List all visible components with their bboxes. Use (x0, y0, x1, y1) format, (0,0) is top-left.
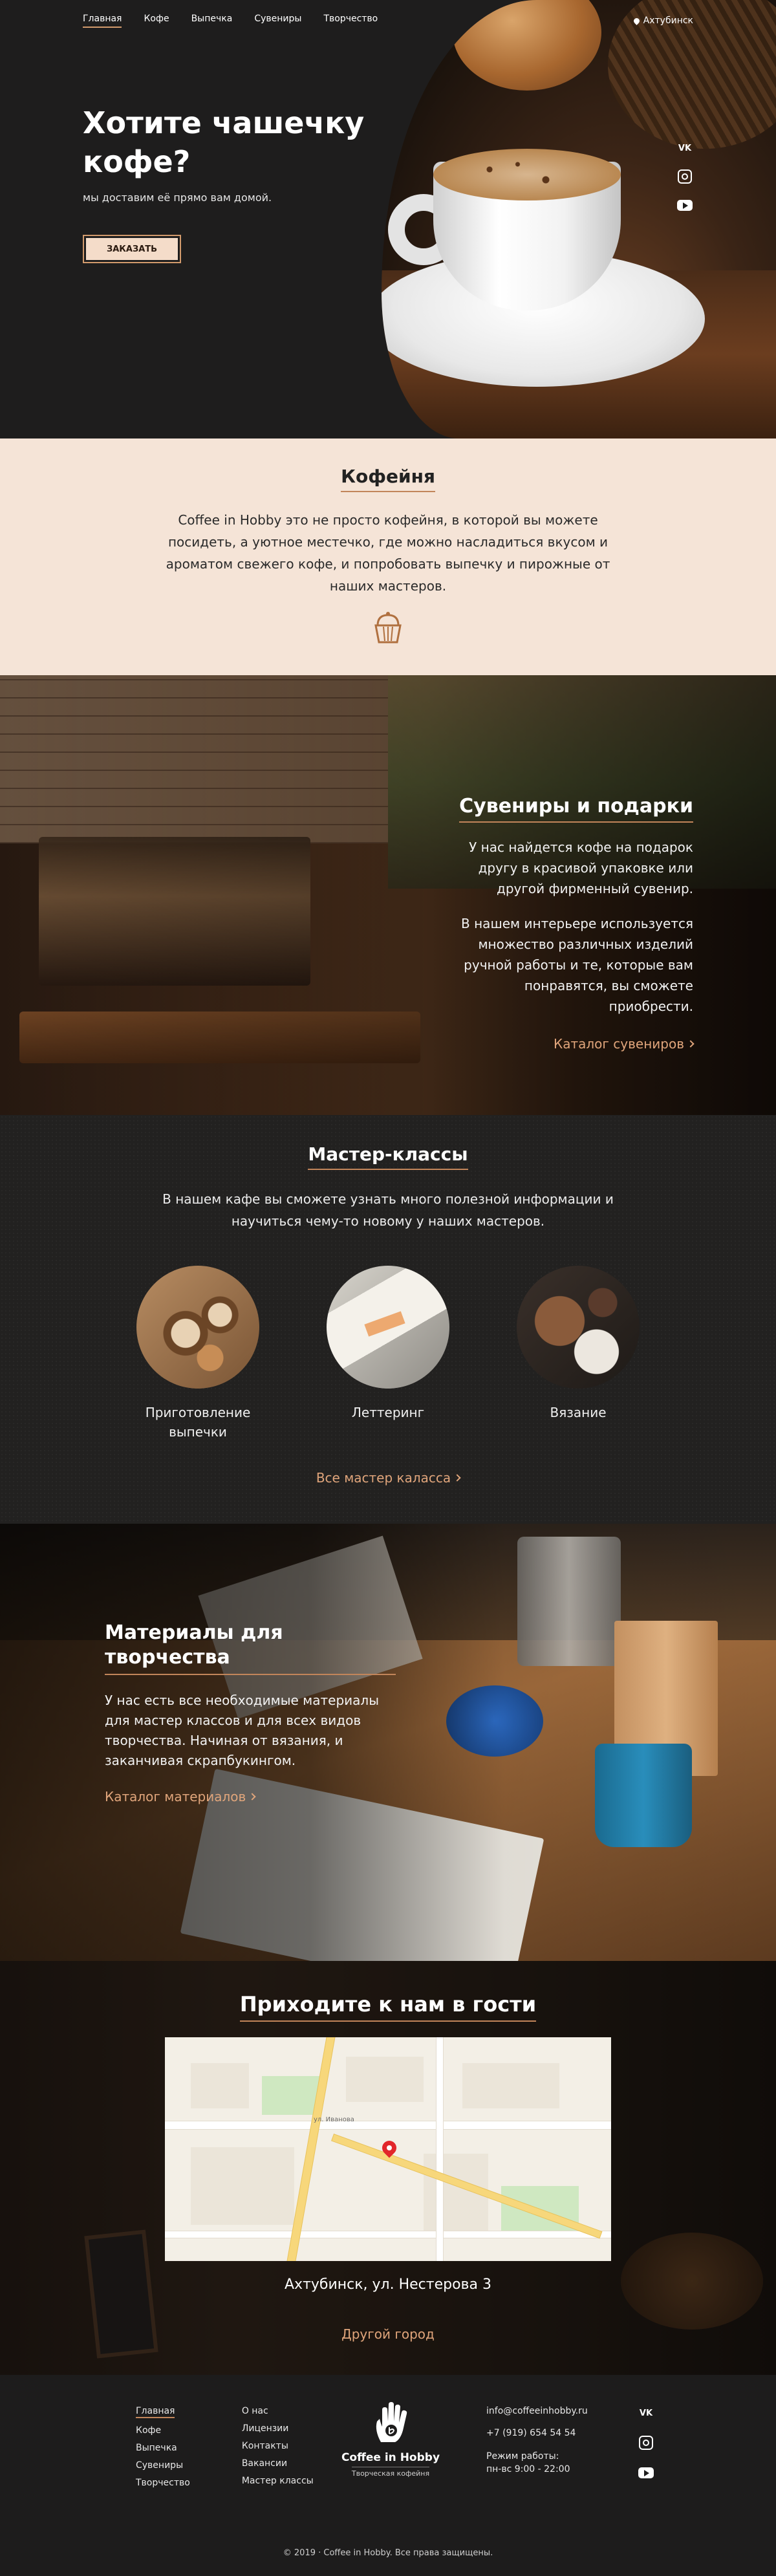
about-section: Кофейня Coffee in Hobby это не просто ко… (0, 438, 776, 675)
youtube-icon[interactable] (638, 2465, 654, 2480)
instagram-icon[interactable] (676, 169, 693, 184)
materials-title: Материалы для творчества (105, 1621, 396, 1675)
other-city-link[interactable]: Другой город (341, 2326, 435, 2342)
hero-social-links: VK (676, 141, 693, 212)
visit-address: Ахтубинск, ул. Нестерова 3 (285, 2277, 491, 2293)
class-photo-baking (136, 1266, 259, 1389)
class-label: Леттеринг (351, 1405, 425, 1420)
class-label: Вязание (550, 1405, 607, 1420)
cupcake-icon (372, 611, 404, 645)
hero-section: Главная Кофе Выпечка Сувениры Творчество… (0, 0, 776, 438)
footer-hours-label: Режим работы: (486, 2451, 559, 2462)
nav-creativity[interactable]: Творчество (323, 14, 378, 28)
footer-logo-tagline: Творческая кофейня (351, 2467, 430, 2478)
class-card-lettering[interactable]: Леттеринг (327, 1266, 449, 1442)
footer-link-bakery[interactable]: Выпечка (136, 2443, 190, 2453)
all-master-classes-link[interactable]: Все мастер каласса (316, 1470, 461, 1486)
hero-subtitle: мы доставим её прямо вам домой. (83, 191, 272, 204)
footer-link-souvenirs[interactable]: Сувениры (136, 2460, 190, 2471)
footer: Главная Кофе Выпечка Сувениры Творчество… (0, 2375, 776, 2576)
top-nav: Главная Кофе Выпечка Сувениры Творчество… (0, 0, 776, 41)
location-pin-icon (632, 16, 641, 25)
footer-phone[interactable]: +7 (919) 654 54 54 (486, 2428, 588, 2438)
footer-link-master-classes[interactable]: Мастер классы (242, 2476, 314, 2486)
nav-bakery[interactable]: Выпечка (191, 14, 233, 28)
city-selector[interactable]: Ахтубинск (632, 16, 693, 26)
about-text: Coffee in Hobby это не просто кофейня, в… (166, 512, 610, 594)
nav-souvenirs[interactable]: Сувениры (254, 14, 301, 28)
nav-home[interactable]: Главная (83, 14, 122, 28)
class-photo-knitting (517, 1266, 640, 1389)
souvenirs-title: Сувениры и подарки (459, 795, 693, 823)
footer-email[interactable]: info@coffeeinhobby.ru (486, 2406, 588, 2416)
souvenirs-catalog-link[interactable]: Каталог сувениров (554, 1036, 695, 1052)
city-name: Ахтубинск (643, 16, 693, 26)
chevron-right-icon (453, 1473, 461, 1482)
hero-title: Хотите чашечку кофе? (83, 105, 365, 179)
materials-catalog-link[interactable]: Каталог материалов (105, 1789, 256, 1804)
class-label: Приготовление выпечки (145, 1405, 251, 1440)
instagram-icon[interactable] (638, 2436, 654, 2450)
vk-icon[interactable]: VK (676, 141, 693, 155)
copyright: © 2019 · Coffee in Hobby. Все права защи… (283, 2548, 493, 2558)
visit-section: Приходите к нам в гости ул. Иванова Ахту… (0, 1961, 776, 2375)
nav-coffee[interactable]: Кофе (144, 14, 169, 28)
youtube-icon[interactable] (676, 198, 693, 212)
master-classes-title: Мастер-классы (308, 1143, 468, 1170)
about-title: Кофейня (341, 466, 435, 492)
footer-logo[interactable]: Coffee in Hobby Творческая кофейня (332, 2402, 449, 2478)
footer-link-creativity[interactable]: Творчество (136, 2478, 190, 2488)
souvenirs-text-1: У нас найдется кофе на подарок другу в к… (469, 839, 693, 896)
order-button[interactable]: ЗАКАЗАТЬ (83, 235, 181, 263)
footer-link-about[interactable]: О нас (242, 2406, 314, 2416)
souvenirs-text-2: В нашем интерьере используется множество… (461, 916, 693, 1014)
hero-coffee-photo (382, 0, 776, 438)
footer-link-contacts[interactable]: Контакты (242, 2441, 314, 2451)
chevron-right-icon (687, 1039, 695, 1048)
map-street-label: ул. Иванова (314, 2116, 354, 2123)
vk-icon[interactable]: VK (638, 2406, 654, 2420)
footer-social-links: VK (638, 2406, 654, 2480)
footer-link-coffee[interactable]: Кофе (136, 2425, 190, 2436)
class-photo-lettering (327, 1266, 449, 1389)
footer-contacts: info@coffeeinhobby.ru +7 (919) 654 54 54… (486, 2406, 588, 2476)
footer-link-home[interactable]: Главная (136, 2406, 175, 2418)
footer-link-vacancies[interactable]: Вакансии (242, 2458, 314, 2469)
master-classes-text: В нашем кафе вы сможете узнать много пол… (162, 1191, 614, 1229)
footer-logo-name: Coffee in Hobby (341, 2451, 440, 2464)
master-classes-section: Мастер-классы В нашем кафе вы сможете уз… (0, 1115, 776, 1524)
souvenirs-section: Сувениры и подарки У нас найдется кофе н… (0, 675, 776, 1115)
footer-hours-value: пн-вс 9:00 - 22:00 (486, 2464, 570, 2474)
chevron-right-icon (248, 1792, 256, 1801)
footer-link-licenses[interactable]: Лицензии (242, 2423, 314, 2434)
class-card-knitting[interactable]: Вязание (517, 1266, 640, 1442)
footer-nav-main: Главная Кофе Выпечка Сувениры Творчество (136, 2406, 190, 2488)
materials-section: Материалы для творчества У нас есть все … (0, 1524, 776, 1961)
hand-logo-icon (372, 2402, 409, 2445)
visit-title: Приходите к нам в гости (239, 1992, 537, 2022)
location-map[interactable]: ул. Иванова (165, 2037, 611, 2261)
materials-text: У нас есть все необходимые материалы для… (105, 1693, 379, 1768)
class-card-baking[interactable]: Приготовление выпечки (136, 1266, 259, 1442)
order-button-label: ЗАКАЗАТЬ (86, 238, 178, 260)
footer-nav-info: О нас Лицензии Контакты Вакансии Мастер … (242, 2406, 314, 2488)
